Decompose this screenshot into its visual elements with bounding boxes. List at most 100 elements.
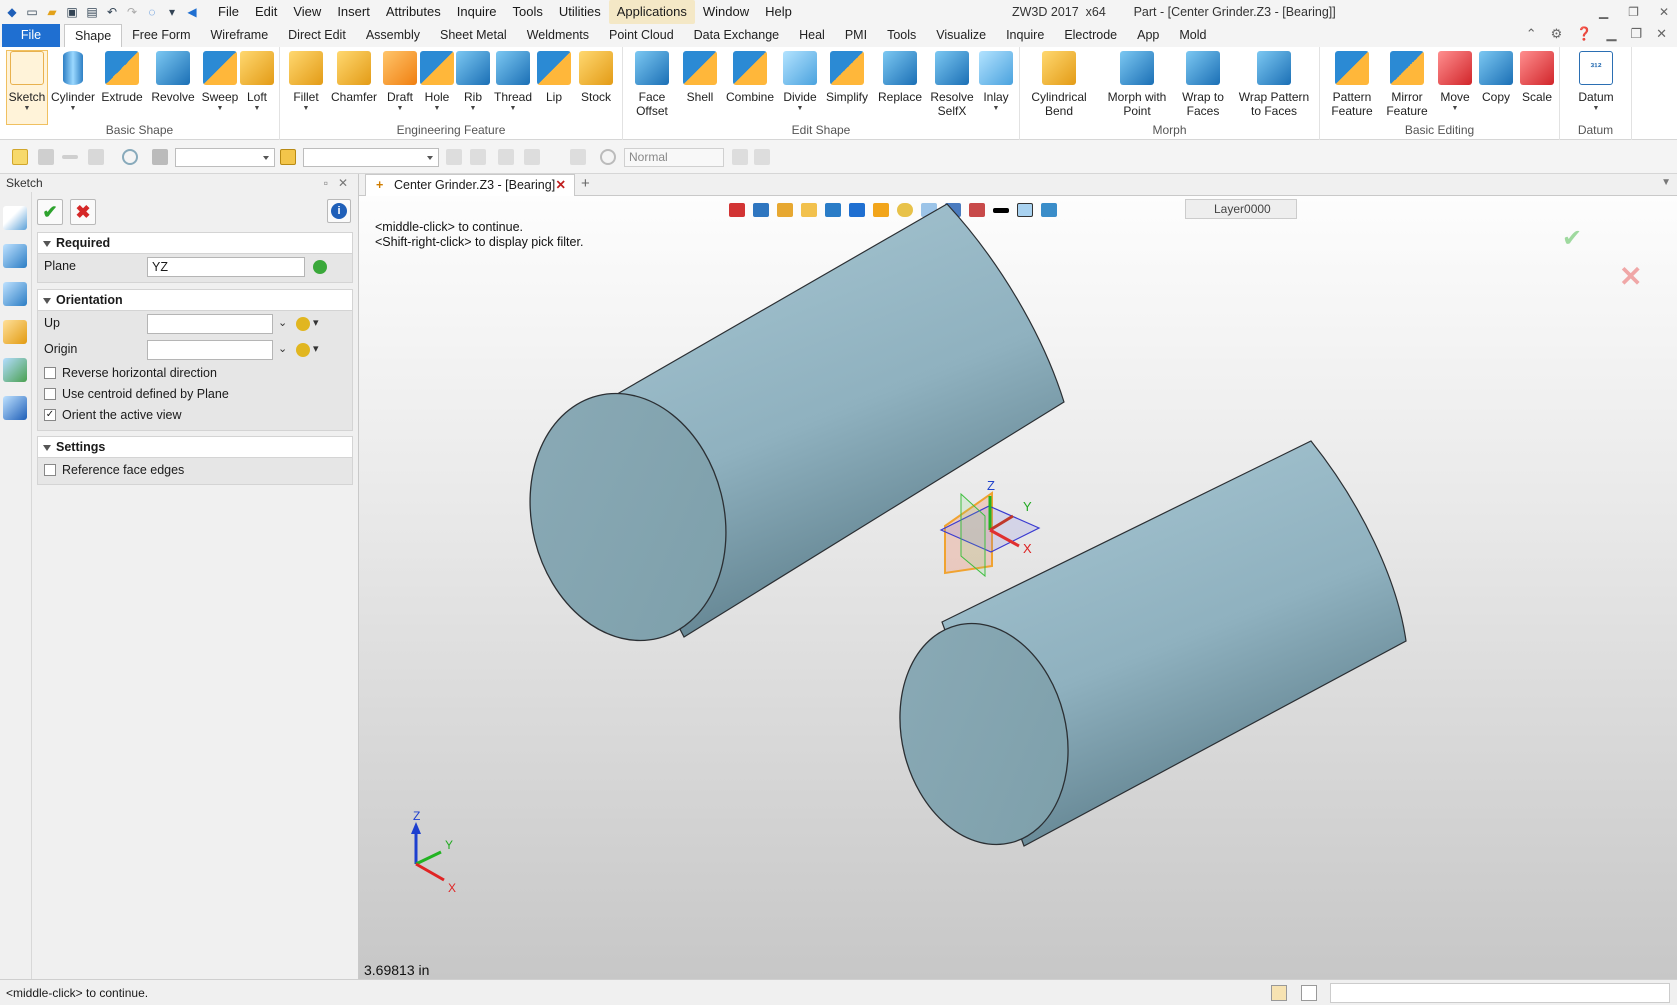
graphics-viewport[interactable]: Layer0000 <middle-click> to continue. <S… [359,196,1677,979]
pattern-feature-button[interactable]: Pattern Feature [1326,51,1378,118]
tab-wireframe[interactable]: Wireframe [201,24,279,47]
tab-free-form[interactable]: Free Form [122,24,200,47]
tab-app[interactable]: App [1127,24,1169,47]
tab-mold[interactable]: Mold [1169,24,1216,47]
panel-pin-icon[interactable]: ▫ [324,174,328,192]
tab-heal[interactable]: Heal [789,24,835,47]
customize-dropdown-icon[interactable]: ▾ [164,4,180,20]
render-mode-select[interactable]: Normal [624,148,724,167]
close-document-icon[interactable]: ✕ [556,175,566,195]
up-pick-icon[interactable] [296,317,310,331]
orient-view-checkbox[interactable]: ✓ [44,409,56,421]
assembly-manager-icon[interactable] [3,282,27,306]
combine-button[interactable]: Combine [725,51,775,104]
fillet-button[interactable]: Fillet ▼ [286,51,326,113]
open-folder-icon[interactable]: ▰ [44,4,60,20]
help-icon[interactable]: ❓ [1576,26,1592,42]
inlay-button[interactable]: Inlay ▼ [977,51,1015,113]
add-pick-icon[interactable] [38,149,54,165]
pin-icon[interactable] [570,149,586,165]
tab-sheet-metal[interactable]: Sheet Metal [430,24,517,47]
tab-weldments[interactable]: Weldments [517,24,599,47]
cylinder-part-1[interactable] [505,203,1065,662]
menu-applications[interactable]: Applications [608,0,695,24]
datum-plane-triad[interactable]: Z Y X [939,478,1041,578]
status-list-icon[interactable] [1301,985,1317,1001]
sketch-button[interactable]: Sketch ▼ [6,50,48,125]
plane-input[interactable]: YZ [147,257,305,277]
filter-select[interactable] [175,148,275,167]
up-expand-icon[interactable]: ⌄ [278,316,287,329]
menu-utilities[interactable]: Utilities [551,0,609,24]
menu-tools[interactable]: Tools [505,0,551,24]
doc-minimize-icon[interactable]: ▁ [1606,26,1616,42]
menu-inquire[interactable]: Inquire [449,0,505,24]
pick-arrow-icon[interactable] [12,149,28,165]
chamfer-button[interactable]: Chamfer [328,51,380,104]
new-file-icon[interactable]: ▭ [24,4,40,20]
menu-attributes[interactable]: Attributes [378,0,449,24]
app-logo-icon[interactable]: ◆ [4,4,20,20]
distribute-icon[interactable] [498,149,514,165]
plane-pick-icon[interactable] [313,260,327,274]
mirror-feature-button[interactable]: Mirror Feature [1382,51,1432,118]
reference-face-edges-checkbox[interactable] [44,464,56,476]
render-mode-icon[interactable] [600,149,616,165]
cancel-button[interactable]: ✖ [70,199,96,225]
document-tab[interactable]: + Center Grinder.Z3 - [Bearing] ✕ [365,174,575,196]
collapse-ribbon-icon[interactable]: ⌃ [1526,26,1537,42]
extrude-button[interactable]: Extrude [100,51,144,104]
reverse-horizontal-row[interactable]: Reverse horizontal direction [38,363,352,384]
wrap-pattern-to-faces-button[interactable]: Wrap Pattern to Faces [1234,51,1314,118]
reverse-horizontal-checkbox[interactable] [44,367,56,379]
menu-insert[interactable]: Insert [329,0,378,24]
tab-pmi[interactable]: PMI [835,24,877,47]
cursor-icon[interactable] [732,149,748,165]
origin-dropdown-icon[interactable]: ▾ [313,342,319,355]
up-dropdown-icon[interactable]: ▾ [313,316,319,329]
doc-close-icon[interactable]: ✕ [1656,26,1667,42]
tool-settings-icon[interactable] [754,149,770,165]
snap-icon[interactable] [280,149,296,165]
collapse-arrow-icon[interactable]: ◀ [184,4,200,20]
origin-expand-icon[interactable]: ⌄ [278,342,287,355]
select-loop-icon[interactable] [122,149,138,165]
origin-input[interactable] [147,340,273,360]
tab-electrode[interactable]: Electrode [1054,24,1127,47]
settings-gear-icon[interactable]: ⚙ [1551,26,1563,42]
wrap-to-faces-button[interactable]: Wrap to Faces [1178,51,1228,118]
view-manager-icon[interactable] [3,358,27,382]
cylinder-part-2[interactable] [877,440,1407,863]
hole-button[interactable]: Hole ▼ [420,51,454,113]
menu-edit[interactable]: Edit [247,0,285,24]
use-centroid-checkbox[interactable] [44,388,56,400]
thread-button[interactable]: Thread ▼ [492,51,534,113]
stock-button[interactable]: Stock [576,51,616,104]
viewport-ok-icon[interactable]: ✔ [1562,224,1582,253]
tab-point-cloud[interactable]: Point Cloud [599,24,684,47]
filter-icon[interactable] [152,149,168,165]
tab-inquire[interactable]: Inquire [996,24,1054,47]
doc-restore-icon[interactable]: ❐ [1630,26,1642,42]
restore-icon[interactable]: ❐ [1628,0,1639,24]
snap-select[interactable] [303,148,439,167]
section-required[interactable]: Required [37,232,353,254]
panel-close-icon[interactable]: ✕ [338,174,348,192]
menu-file[interactable]: File [210,0,247,24]
cylinder-button[interactable]: Cylinder ▼ [50,51,96,113]
section-settings[interactable]: Settings [37,436,353,458]
repeat-icon[interactable]: ◌ [144,4,160,20]
align-center-icon[interactable] [470,149,486,165]
ok-button[interactable]: ✔ [37,199,63,225]
tab-visualize[interactable]: Visualize [926,24,996,47]
face-offset-button[interactable]: Face Offset [629,51,675,118]
redo-icon[interactable]: ↷ [124,4,140,20]
rib-button[interactable]: Rib ▼ [456,51,490,113]
orient-view-row[interactable]: ✓ Orient the active view [38,405,352,426]
part-manager-icon[interactable] [3,320,27,344]
draft-button[interactable]: Draft ▼ [382,51,418,113]
model-canvas[interactable]: Z Y X Z Y X [359,196,1677,979]
copy-button[interactable]: Copy [1478,51,1514,104]
viewport-cancel-icon[interactable]: ✕ [1619,260,1642,293]
close-icon[interactable]: ✕ [1659,0,1669,24]
